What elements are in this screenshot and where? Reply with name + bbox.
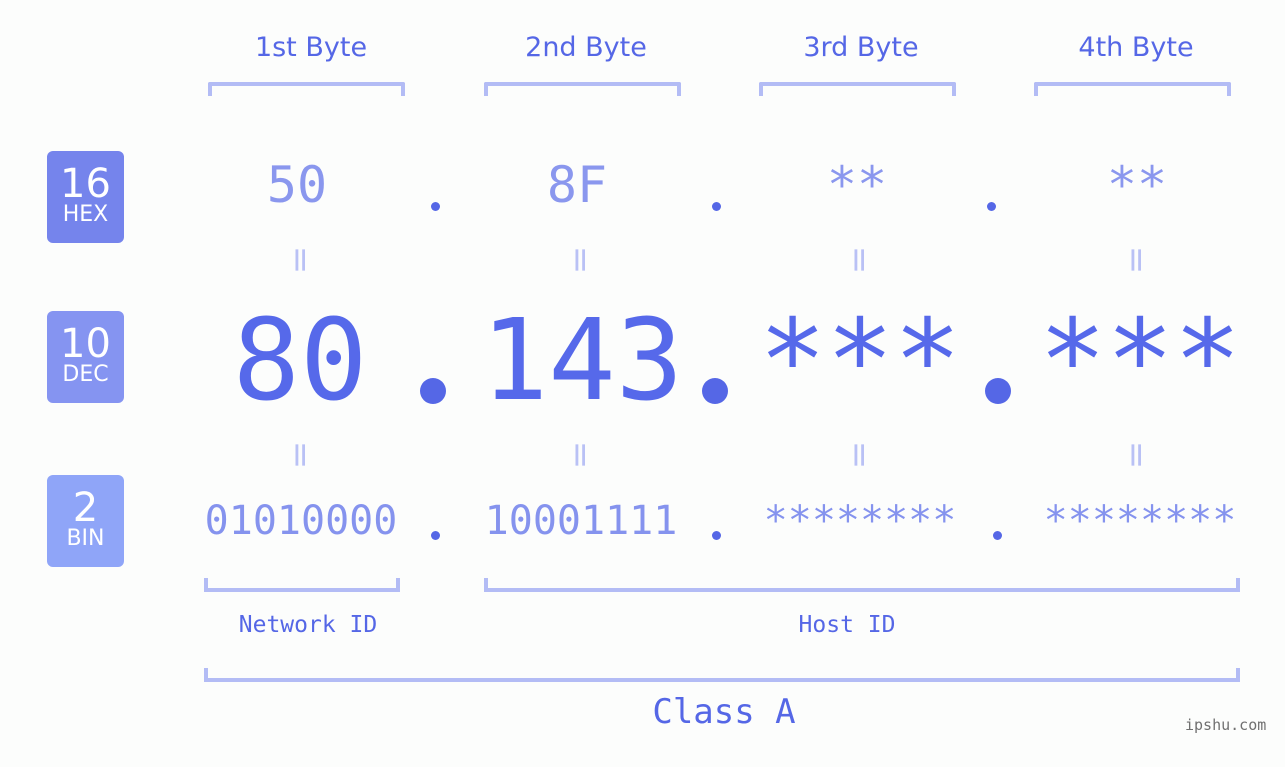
byte-label-3: 3rd Byte	[803, 32, 919, 63]
class-label: Class A	[652, 692, 796, 732]
hex-dot-1	[431, 202, 440, 211]
hex-dot-2	[712, 202, 721, 211]
network-id-bracket	[204, 578, 400, 592]
bin-badge-base: 2	[72, 485, 99, 531]
byte-label-2: 2nd Byte	[525, 32, 647, 63]
dec-dot-1	[420, 378, 446, 404]
byte-bracket-4	[1034, 82, 1231, 96]
bin-value-1: 01010000	[204, 498, 398, 544]
hex-value-4: **	[1106, 156, 1168, 214]
dec-value-3: ***	[758, 296, 962, 426]
dec-dot-3	[985, 378, 1011, 404]
hex-value-1: 50	[266, 156, 328, 214]
dec-value-4: ***	[1038, 296, 1242, 426]
bin-dot-1	[431, 531, 440, 540]
equals-dec-bin-1: =	[280, 440, 320, 470]
byte-label-1: 1st Byte	[254, 32, 368, 63]
equals-hex-dec-3: =	[839, 245, 879, 275]
hex-value-3: **	[826, 156, 888, 214]
dec-value-2: 143	[480, 296, 684, 426]
dec-badge-base: 10	[60, 321, 111, 367]
bin-value-3: ********	[763, 498, 957, 544]
host-id-label: Host ID	[798, 612, 896, 638]
bin-dot-3	[993, 531, 1002, 540]
host-id-bracket	[484, 578, 1240, 592]
class-bracket	[204, 668, 1240, 682]
equals-hex-dec-1: =	[280, 245, 320, 275]
network-id-label: Network ID	[238, 612, 378, 638]
equals-dec-bin-2: =	[560, 440, 600, 470]
byte-bracket-1	[208, 82, 405, 96]
dec-value-1: 80	[232, 296, 368, 426]
equals-dec-bin-3: =	[839, 440, 879, 470]
byte-bracket-2	[484, 82, 681, 96]
bin-value-4: ********	[1043, 498, 1237, 544]
bin-value-2: 10001111	[484, 498, 678, 544]
byte-label-4: 4th Byte	[1078, 32, 1194, 63]
bin-dot-2	[712, 531, 721, 540]
bin-badge: 2 BIN	[47, 475, 124, 567]
dec-dot-2	[702, 378, 728, 404]
bin-badge-label: BIN	[66, 526, 105, 551]
watermark: ipshu.com	[1185, 716, 1267, 734]
hex-badge-label: HEX	[62, 202, 109, 227]
hex-badge: 16 HEX	[47, 151, 124, 243]
hex-value-2: 8F	[546, 156, 608, 214]
hex-badge-base: 16	[60, 161, 111, 207]
equals-hex-dec-4: =	[1116, 245, 1156, 275]
dec-badge-label: DEC	[62, 362, 109, 387]
equals-dec-bin-4: =	[1116, 440, 1156, 470]
byte-bracket-3	[759, 82, 956, 96]
equals-hex-dec-2: =	[560, 245, 600, 275]
hex-dot-3	[987, 202, 996, 211]
dec-badge: 10 DEC	[47, 311, 124, 403]
